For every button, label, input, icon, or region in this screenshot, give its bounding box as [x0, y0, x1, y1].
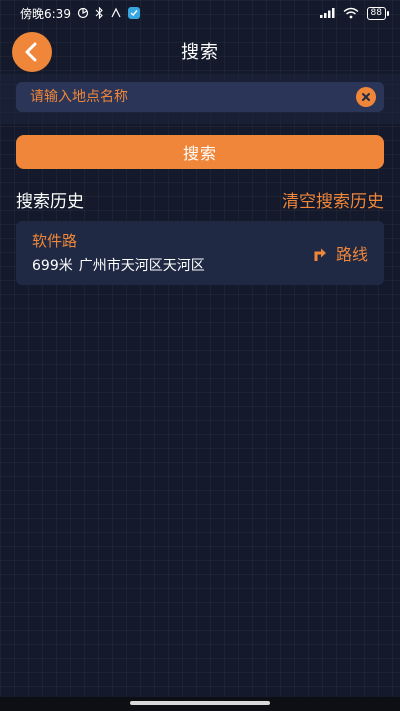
history-title: 搜索历史: [16, 191, 84, 212]
wechat-moments-icon: [77, 7, 89, 19]
search-field[interactable]: [16, 82, 384, 112]
search-input[interactable]: [28, 88, 356, 106]
status-time: 傍晚6:39: [20, 6, 71, 21]
page-title: 搜索: [181, 42, 219, 63]
status-left: 傍晚6:39: [20, 5, 140, 22]
clear-input-button[interactable]: [356, 87, 376, 107]
clear-history-button[interactable]: 清空搜索历史: [282, 187, 384, 212]
history-header: 搜索历史 清空搜索历史: [16, 186, 384, 212]
route-label: 路线: [335, 245, 368, 264]
top-bar: 搜索: [0, 26, 400, 74]
wifi-icon: [343, 7, 359, 19]
app-notification-icon: [127, 7, 140, 19]
nfc-icon: [111, 7, 121, 18]
battery-icon: 88: [366, 6, 390, 20]
home-indicator: [0, 697, 400, 711]
search-panel: [0, 74, 400, 124]
home-bar[interactable]: [130, 701, 270, 705]
route-button[interactable]: 路线: [312, 241, 368, 265]
history-item[interactable]: 软件路 699米 广州市天河区天河区 路线: [16, 221, 384, 285]
turn-right-arrow-icon: [314, 248, 326, 261]
place-distance: 699米: [32, 258, 73, 274]
status-bar: 傍晚6:39 88: [0, 0, 400, 26]
signal-icon: [319, 8, 335, 18]
bluetooth-icon: [95, 7, 103, 19]
close-icon: [362, 93, 370, 101]
status-right: 88: [319, 6, 390, 20]
search-button[interactable]: 搜索: [16, 135, 384, 169]
place-address: 广州市天河区天河区: [78, 258, 205, 274]
